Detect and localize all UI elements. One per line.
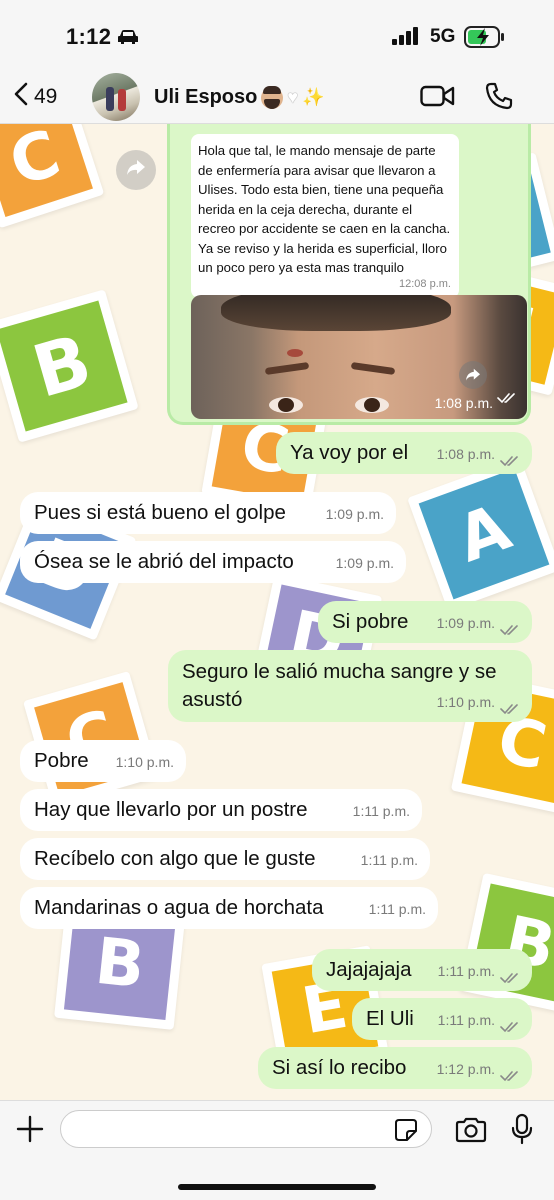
wallpaper-tile: C	[22, 670, 160, 808]
message-bubble[interactable]: Recíbelo con algo que le guste 1:11 p.m.	[20, 838, 430, 880]
forwarded-text-bubble[interactable]: Hola que tal, le mando mensaje de parte …	[191, 134, 459, 298]
bearded-man-icon	[261, 85, 284, 109]
avatar[interactable]	[92, 73, 140, 121]
message-bubble[interactable]: Si así lo recibo 1:12 p.m.	[258, 1047, 532, 1089]
message-bubble[interactable]: Ósea se le abrió del impacto 1:09 p.m.	[20, 541, 406, 583]
message-bubble[interactable]: El Uli 1:11 p.m.	[352, 998, 532, 1040]
message-time: 1:11 p.m.	[360, 852, 418, 868]
camera-icon	[455, 1117, 487, 1147]
message-text: Recíbelo con algo que le guste	[34, 847, 316, 870]
message-bubble[interactable]: Jajajajaja 1:11 p.m.	[312, 949, 532, 991]
chat-header: 1:12 5G 49 Uli Esposo ♥ ✨	[0, 0, 554, 124]
message-time: 1:11 p.m.	[437, 963, 495, 979]
read-ticks-icon	[497, 391, 517, 409]
wallpaper-tile: C	[0, 124, 105, 229]
message-bubble[interactable]: Si pobre 1:09 p.m.	[318, 601, 532, 643]
message-text: Si así lo recibo	[272, 1056, 407, 1079]
back-button[interactable]: 49	[14, 82, 57, 111]
sticker-icon	[394, 1119, 418, 1146]
message-time: 1:08 p.m.	[436, 446, 495, 462]
voice-call-button[interactable]	[485, 82, 513, 115]
message-time: 12:08 p.m.	[399, 278, 451, 290]
home-indicator	[178, 1184, 376, 1190]
forward-arrow-icon	[126, 159, 146, 182]
message-text: Ya voy por el	[290, 441, 409, 464]
status-time: 1:12	[66, 24, 112, 49]
message-bubble[interactable]: Pobre 1:10 p.m.	[20, 740, 186, 782]
forward-icon[interactable]	[459, 361, 487, 389]
message-time: 1:11 p.m.	[352, 803, 410, 819]
phone-icon	[485, 82, 513, 114]
chevron-left-icon	[14, 82, 28, 111]
wallpaper-tile: B	[458, 872, 554, 1016]
contact-name-text: Uli Esposo	[154, 86, 258, 108]
attach-button[interactable]	[16, 1115, 44, 1148]
read-ticks-icon	[500, 696, 520, 715]
forward-button[interactable]	[116, 150, 156, 190]
message-text: Ósea se le abrió del impacto	[34, 550, 294, 573]
read-ticks-icon	[500, 617, 520, 636]
message-text: El Uli	[366, 1007, 414, 1030]
microphone-icon	[510, 1113, 534, 1149]
car-icon	[117, 29, 139, 50]
microphone-button[interactable]	[510, 1113, 534, 1150]
composer-bar	[0, 1100, 554, 1200]
read-ticks-icon	[500, 448, 520, 467]
video-call-button[interactable]	[420, 84, 456, 113]
battery-icon	[464, 26, 506, 53]
contact-name[interactable]: Uli Esposo ♥ ✨	[154, 85, 325, 109]
unread-count: 49	[34, 84, 58, 108]
message-time: 1:11 p.m.	[368, 901, 426, 917]
message-time: 1:12 p.m.	[436, 1061, 495, 1077]
sparkles-icon: ✨	[302, 87, 325, 107]
camera-button[interactable]	[455, 1117, 487, 1148]
network-label: 5G	[430, 26, 456, 47]
message-time: 1:10 p.m.	[115, 754, 174, 770]
message-time: 1:09 p.m.	[436, 615, 495, 631]
forwarded-message[interactable]: Hola que tal, le mando mensaje de parte …	[167, 124, 531, 425]
white-heart-icon: ♥	[287, 87, 299, 107]
read-ticks-icon	[500, 1014, 520, 1033]
read-ticks-icon	[500, 1063, 520, 1082]
message-time: 1:09 p.m.	[325, 506, 384, 522]
wallpaper-tile: A	[407, 457, 554, 611]
message-text: Mandarinas o agua de horchata	[34, 896, 324, 919]
message-time: 1:10 p.m.	[436, 694, 495, 710]
message-time: 1:09 p.m.	[335, 555, 394, 571]
message-text: Pues si está bueno el golpe	[34, 501, 286, 524]
message-bubble[interactable]: Mandarinas o agua de horchata 1:11 p.m.	[20, 887, 438, 929]
message-bubble[interactable]: Pues si está bueno el golpe 1:09 p.m.	[20, 492, 396, 534]
plus-icon	[16, 1115, 44, 1147]
message-bubble[interactable]: Seguro le salió mucha sangre y se asustó…	[168, 650, 532, 722]
message-text: Pobre	[34, 749, 89, 772]
message-input[interactable]	[60, 1110, 432, 1148]
message-bubble[interactable]: Ya voy por el 1:08 p.m.	[276, 432, 532, 474]
message-time: 1:11 p.m.	[437, 1012, 495, 1028]
message-time: 1:08 p.m.	[434, 395, 493, 411]
message-bubble[interactable]: Hay que llevarlo por un postre 1:11 p.m.	[20, 789, 422, 831]
forwarded-text: Hola que tal, le mando mensaje de parte …	[198, 143, 451, 275]
signal-icon	[392, 27, 420, 50]
message-text: Jajajajaja	[326, 958, 412, 981]
sticker-button[interactable]	[394, 1118, 418, 1147]
video-camera-icon	[420, 85, 456, 112]
message-text: Si pobre	[332, 610, 409, 633]
read-ticks-icon	[500, 965, 520, 984]
wallpaper-tile: B	[0, 289, 139, 443]
photo-attachment[interactable]: 1:08 p.m.	[191, 295, 527, 419]
message-text: Hay que llevarlo por un postre	[34, 798, 308, 821]
